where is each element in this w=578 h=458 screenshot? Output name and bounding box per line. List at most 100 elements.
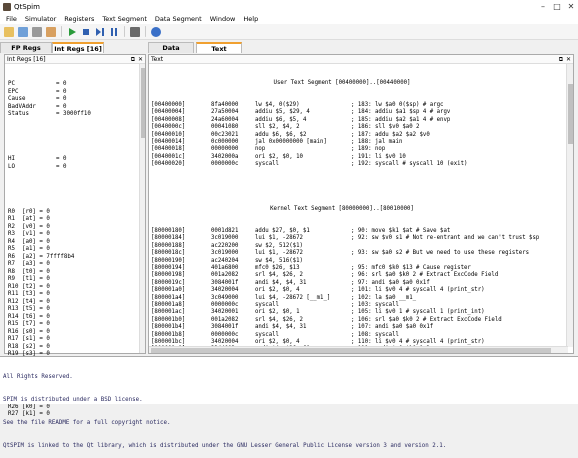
instruction-cmt: ; 95: mfc0 $k0 $13 # Cause register bbox=[351, 264, 471, 271]
instruction-row[interactable]: [800001b0] 001a2082 srl $4, $26, 2 ; 106: s… bbox=[151, 317, 573, 324]
tab-int-regs[interactable]: Int Regs [16] bbox=[52, 42, 104, 53]
instruction-cmt: ; 188: jal main bbox=[351, 139, 403, 146]
instruction-addr: [80000180] bbox=[151, 227, 186, 234]
help-icon[interactable] bbox=[151, 26, 161, 37]
instruction-row[interactable]: [00400008] 24a60004 addiu $6, $5, 4 ; 185: … bbox=[151, 117, 573, 124]
minimize-button[interactable]: – bbox=[536, 0, 550, 13]
scrollbar-thumb[interactable] bbox=[151, 348, 551, 353]
scrollbar-thumb[interactable] bbox=[568, 84, 573, 144]
register-tabs: FP Regs Int Regs [16] bbox=[0, 42, 142, 53]
instruction-row[interactable]: [80000188] ac220200 sw $2, 512($1) bbox=[151, 243, 573, 250]
instruction-ins: syscall bbox=[255, 161, 279, 168]
int-register: R1 [at] = 0 bbox=[8, 216, 50, 222]
register-value: = 0 bbox=[56, 103, 67, 110]
vertical-scrollbar[interactable] bbox=[139, 64, 145, 353]
instruction-cmt: ; 183: lw $a0 0($sp) # argc bbox=[351, 102, 444, 109]
int-register: R13 [t5] = 0 bbox=[8, 306, 50, 312]
reload-icon[interactable] bbox=[18, 26, 28, 37]
menu-simulator[interactable]: Simulator bbox=[25, 15, 56, 23]
instruction-row[interactable]: [8000019c] 3084001f andi $4, $4, 31 ; 97: a… bbox=[151, 280, 573, 287]
maximize-button[interactable]: □ bbox=[550, 0, 564, 13]
menu-data-segment[interactable]: Data Segment bbox=[155, 15, 202, 23]
tab-data[interactable]: Data bbox=[148, 42, 194, 53]
close-icon[interactable]: ✕ bbox=[566, 55, 571, 64]
instruction-row[interactable]: [00400020] 0000000c syscall ; 192: syscall … bbox=[151, 161, 573, 168]
step-icon[interactable] bbox=[95, 27, 105, 37]
instruction-cmt: ; 92: sw $v0 s1 # Not re-entrant and we … bbox=[351, 235, 540, 242]
menu-window[interactable]: Window bbox=[210, 15, 236, 23]
instruction-addr: [800001b0] bbox=[151, 316, 186, 323]
instruction-addr: [00400020] bbox=[151, 161, 186, 168]
clear-icon[interactable] bbox=[46, 26, 56, 37]
instruction-row[interactable]: [80000198] 001a2082 srl $4, $26, 2 ; 96: sr… bbox=[151, 272, 573, 279]
instruction-row[interactable]: [80000180] 0001d821 addu $27, $0, $1 ; 90: … bbox=[151, 228, 573, 235]
instruction-ins: addiu $5, $29, 4 bbox=[255, 109, 310, 116]
float-icon[interactable]: ⧉ bbox=[131, 55, 135, 64]
scrollbar-thumb[interactable] bbox=[141, 68, 145, 138]
instruction-ins: ori $2, $0, 10 bbox=[255, 153, 303, 160]
settings-icon[interactable] bbox=[130, 26, 140, 37]
instruction-row[interactable]: [8000018c] 3c019000 lui $1, -28672 ; 93: sw… bbox=[151, 250, 573, 257]
special-register: BadVAddr = 0 bbox=[8, 104, 145, 112]
close-button[interactable]: ✕ bbox=[564, 0, 578, 13]
int-register: R17 [s1] = 0 bbox=[8, 336, 50, 342]
instruction-ins: lui $1, -28672 bbox=[255, 250, 303, 257]
instruction-cmt: ; 101: li $v0 4 # syscall 4 (print_str) bbox=[351, 287, 485, 294]
instruction-row[interactable]: [800001a0] 34020004 ori $2, $0, 4 ; 101: li… bbox=[151, 287, 573, 294]
float-icon[interactable]: ⧉ bbox=[559, 55, 563, 64]
menu-file[interactable]: File bbox=[6, 15, 17, 23]
menu-registers[interactable]: Registers bbox=[64, 15, 94, 23]
menu-help[interactable]: Help bbox=[243, 15, 258, 23]
instruction-addr: [800001a4] bbox=[151, 294, 186, 301]
instruction-addr: [800001a8] bbox=[151, 302, 186, 308]
instruction-row[interactable]: [0040001c] 3402000a ori $2, $0, 10 ; 191: l… bbox=[151, 154, 573, 161]
instruction-word: 3084001f bbox=[211, 324, 239, 331]
instruction-row[interactable]: [00400000] 8fa40000 lw $4, 0($29) ; 183: lw… bbox=[151, 102, 573, 109]
instruction-cmt: ; 108: syscall bbox=[351, 331, 399, 338]
horizontal-scrollbar[interactable] bbox=[149, 346, 568, 353]
instruction-row[interactable]: [800001a4] 3c049000 lui $4, -28672 [__m1_]… bbox=[151, 295, 573, 302]
user-text-header: User Text Segment [00400000]..[00440000] bbox=[273, 79, 411, 86]
instruction-row[interactable]: [0040000c] 00041080 sll $2, $4, 2 ; 186: sl… bbox=[151, 124, 573, 131]
instruction-word: 3084001f bbox=[211, 279, 239, 286]
instruction-row[interactable]: [80000184] 3c019000 lui $1, -28672 ; 92: sw… bbox=[151, 235, 573, 242]
tab-text[interactable]: Text bbox=[196, 42, 242, 53]
instruction-row[interactable]: [800001b8] 0000000c syscall ; 108: syscall bbox=[151, 332, 573, 339]
menu-text-segment[interactable]: Text Segment bbox=[102, 15, 146, 23]
stop-icon[interactable] bbox=[81, 27, 91, 37]
instruction-addr: [800001b4] bbox=[151, 324, 186, 331]
instruction-word: ac220200 bbox=[211, 242, 239, 249]
pause-icon[interactable] bbox=[109, 27, 119, 37]
instruction-row[interactable]: [00400014] 0c000000 jal 0x00000000 [main];… bbox=[151, 139, 573, 146]
instruction-row[interactable]: [800001b4] 3084001f andi $4, $4, 31 ; 107: … bbox=[151, 324, 573, 331]
int-register: R5 [a1] = 0 bbox=[8, 246, 50, 252]
instruction-cmt: ; 186: sll $v0 $a0 2 bbox=[351, 124, 420, 131]
save-icon[interactable] bbox=[32, 26, 42, 37]
panel-header: Int Regs [16] ⧉ ✕ bbox=[5, 55, 145, 64]
instruction-row[interactable]: [00400018] 00000000 nop ; 189: nop bbox=[151, 146, 573, 153]
open-icon[interactable] bbox=[4, 26, 14, 37]
vertical-scrollbar[interactable] bbox=[566, 64, 573, 347]
instruction-row[interactable]: [800001a8] 0000000c syscall ; 103: syscall bbox=[151, 302, 573, 309]
instruction-word: 3c019000 bbox=[211, 250, 239, 257]
instruction-word: 001a2082 bbox=[211, 316, 239, 323]
tab-fp-regs[interactable]: FP Regs bbox=[0, 42, 52, 53]
close-icon[interactable]: ✕ bbox=[138, 55, 143, 64]
int-register: R4 [a0] = 0 bbox=[8, 238, 50, 245]
instruction-row[interactable]: [00400004] 27a50004 addiu $5, $29, 4 ; 184:… bbox=[151, 109, 573, 116]
instruction-row[interactable]: [800001ac] 34020001 ori $2, $0, 1 ; 105: li… bbox=[151, 309, 573, 316]
int-register: R8 [t0] = 0 bbox=[8, 268, 50, 275]
instruction-row[interactable]: [80000194] 401a6800 mfc0 $26, $13 ; 95: mfc… bbox=[151, 265, 573, 272]
instruction-row[interactable]: [80000190] ac240204 sw $4, 516($1) bbox=[151, 258, 573, 265]
instruction-ins: lw $4, 0($29) bbox=[255, 102, 300, 109]
instruction-word: 00c23021 bbox=[211, 131, 239, 138]
instruction-ins: srl $4, $26, 2 bbox=[255, 316, 303, 323]
int-register: R27 [k1] = 0 bbox=[8, 411, 50, 417]
instruction-row[interactable]: [00400010] 00c23021 addu $6, $6, $2 ; 187: … bbox=[151, 132, 573, 139]
hilo-register: LO = 0 bbox=[8, 164, 145, 172]
instruction-word: 0000000c bbox=[211, 302, 239, 308]
console-output: All Rights Reserved. SPIM is distributed… bbox=[0, 356, 578, 449]
run-icon[interactable] bbox=[67, 27, 77, 37]
register-name: Status bbox=[8, 111, 29, 117]
instruction-ins: lui $1, -28672 bbox=[255, 235, 303, 242]
